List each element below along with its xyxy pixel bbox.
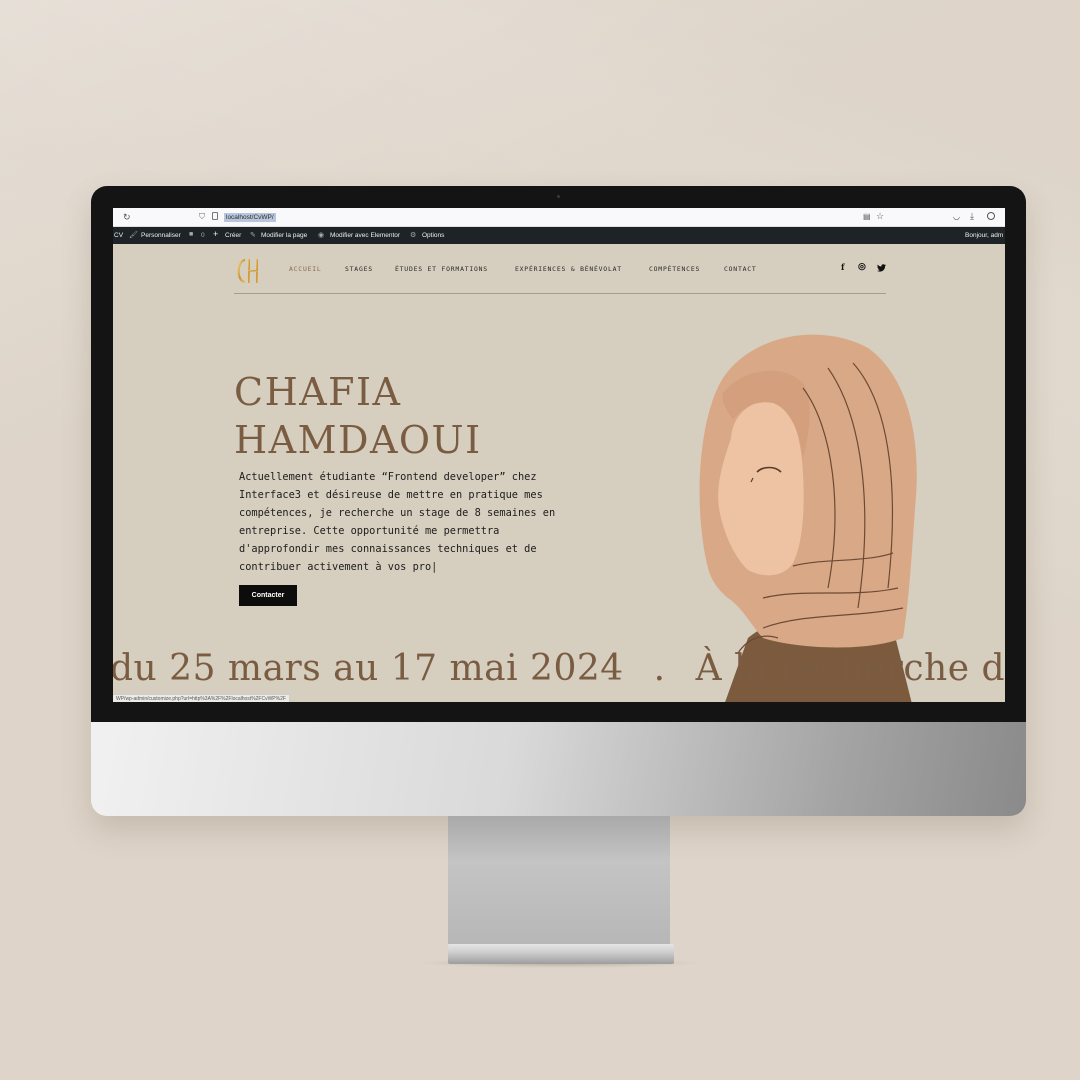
admin-options-link[interactable]: Options bbox=[422, 232, 444, 239]
comment-icon: ■ bbox=[189, 231, 194, 238]
admin-customize-link[interactable]: Personnaliser bbox=[141, 232, 181, 239]
marquee-separator: . bbox=[653, 648, 666, 689]
plus-icon: + bbox=[213, 229, 219, 239]
pencil-icon: ✎ bbox=[250, 232, 256, 239]
marquee-banner: du 25 mars au 17 mai 2024. À la recherche… bbox=[113, 648, 1005, 689]
bookmark-star-icon[interactable]: ☆ bbox=[876, 211, 884, 222]
elementor-icon: ◉ bbox=[318, 232, 325, 239]
facebook-icon[interactable]: f bbox=[841, 262, 844, 272]
monitor-bezel: ↻ ⛉ localhost/CvWP/ ▤ ☆ ◡ ⤓ CV 🖌 Personn… bbox=[91, 186, 1026, 722]
hero-title: CHAFIA HAMDAOUI bbox=[234, 368, 534, 464]
page-icon bbox=[212, 212, 218, 220]
marquee-dates: du 25 mars au 17 mai 2024 bbox=[113, 648, 624, 689]
monitor-chin bbox=[91, 722, 1026, 816]
camera bbox=[557, 195, 560, 198]
screen: ↻ ⛉ localhost/CvWP/ ▤ ☆ ◡ ⤓ CV 🖌 Personn… bbox=[113, 208, 1005, 702]
admin-comments-count[interactable]: 0 bbox=[201, 232, 205, 239]
marquee-search: À la recherche d’un bbox=[695, 648, 1005, 689]
nav-item-experiences[interactable]: EXPÉRIENCES & BÉNÉVOLAT bbox=[515, 265, 622, 273]
pocket-icon[interactable]: ◡ bbox=[953, 212, 960, 221]
hero-last-name: HAMDAOUI bbox=[234, 418, 482, 462]
admin-new-link[interactable]: Créer bbox=[225, 232, 241, 239]
site-logo[interactable] bbox=[233, 256, 267, 286]
status-bar-url: WP/wp-admin/customize.php?url=http%3A%2F… bbox=[113, 694, 290, 702]
admin-site-link[interactable]: CV bbox=[114, 232, 123, 239]
twitter-icon[interactable] bbox=[877, 264, 886, 272]
nav-item-etudes[interactable]: ÉTUDES ET FORMATIONS bbox=[395, 265, 488, 273]
account-icon[interactable] bbox=[987, 212, 995, 220]
header-divider bbox=[234, 293, 886, 294]
monitor-foot bbox=[448, 944, 674, 964]
address-bar[interactable]: localhost/CvWP/ bbox=[224, 213, 276, 222]
reader-view-icon[interactable]: ▤ bbox=[863, 212, 871, 221]
monitor: ↻ ⛉ localhost/CvWP/ ▤ ☆ ◡ ⤓ CV 🖌 Personn… bbox=[91, 186, 1026, 816]
shield-icon[interactable]: ⛉ bbox=[199, 212, 205, 222]
wp-admin-bar: CV 🖌 Personnaliser ■ 0 + Créer ✎ Modifie… bbox=[113, 227, 1005, 244]
download-icon[interactable]: ⤓ bbox=[970, 211, 974, 222]
nav-item-accueil[interactable]: ACCUEIL bbox=[289, 265, 322, 273]
contact-button[interactable]: Contacter bbox=[239, 585, 297, 606]
nav-item-stages[interactable]: STAGES bbox=[345, 265, 373, 273]
brush-icon: 🖌 bbox=[129, 232, 138, 239]
reload-icon[interactable]: ↻ bbox=[123, 212, 131, 223]
hero-first-name: CHAFIA bbox=[234, 370, 402, 414]
instagram-icon[interactable]: ◎ bbox=[858, 261, 866, 272]
admin-elementor-link[interactable]: Modifier avec Elementor bbox=[330, 232, 400, 239]
monitor-stand bbox=[448, 816, 670, 944]
nav-item-contact[interactable]: CONTACT bbox=[724, 265, 757, 273]
gear-icon: ⚙ bbox=[410, 232, 417, 239]
hero-description[interactable]: Actuellement étudiante “Frontend develop… bbox=[239, 468, 589, 576]
portrait-illustration bbox=[699, 334, 917, 702]
nav-item-competences[interactable]: COMPÉTENCES bbox=[649, 265, 700, 273]
admin-greeting[interactable]: Bonjour, adm bbox=[965, 232, 1003, 239]
admin-edit-page-link[interactable]: Modifier la page bbox=[261, 232, 307, 239]
browser-toolbar: ↻ ⛉ localhost/CvWP/ ▤ ☆ ◡ ⤓ bbox=[113, 208, 1005, 227]
